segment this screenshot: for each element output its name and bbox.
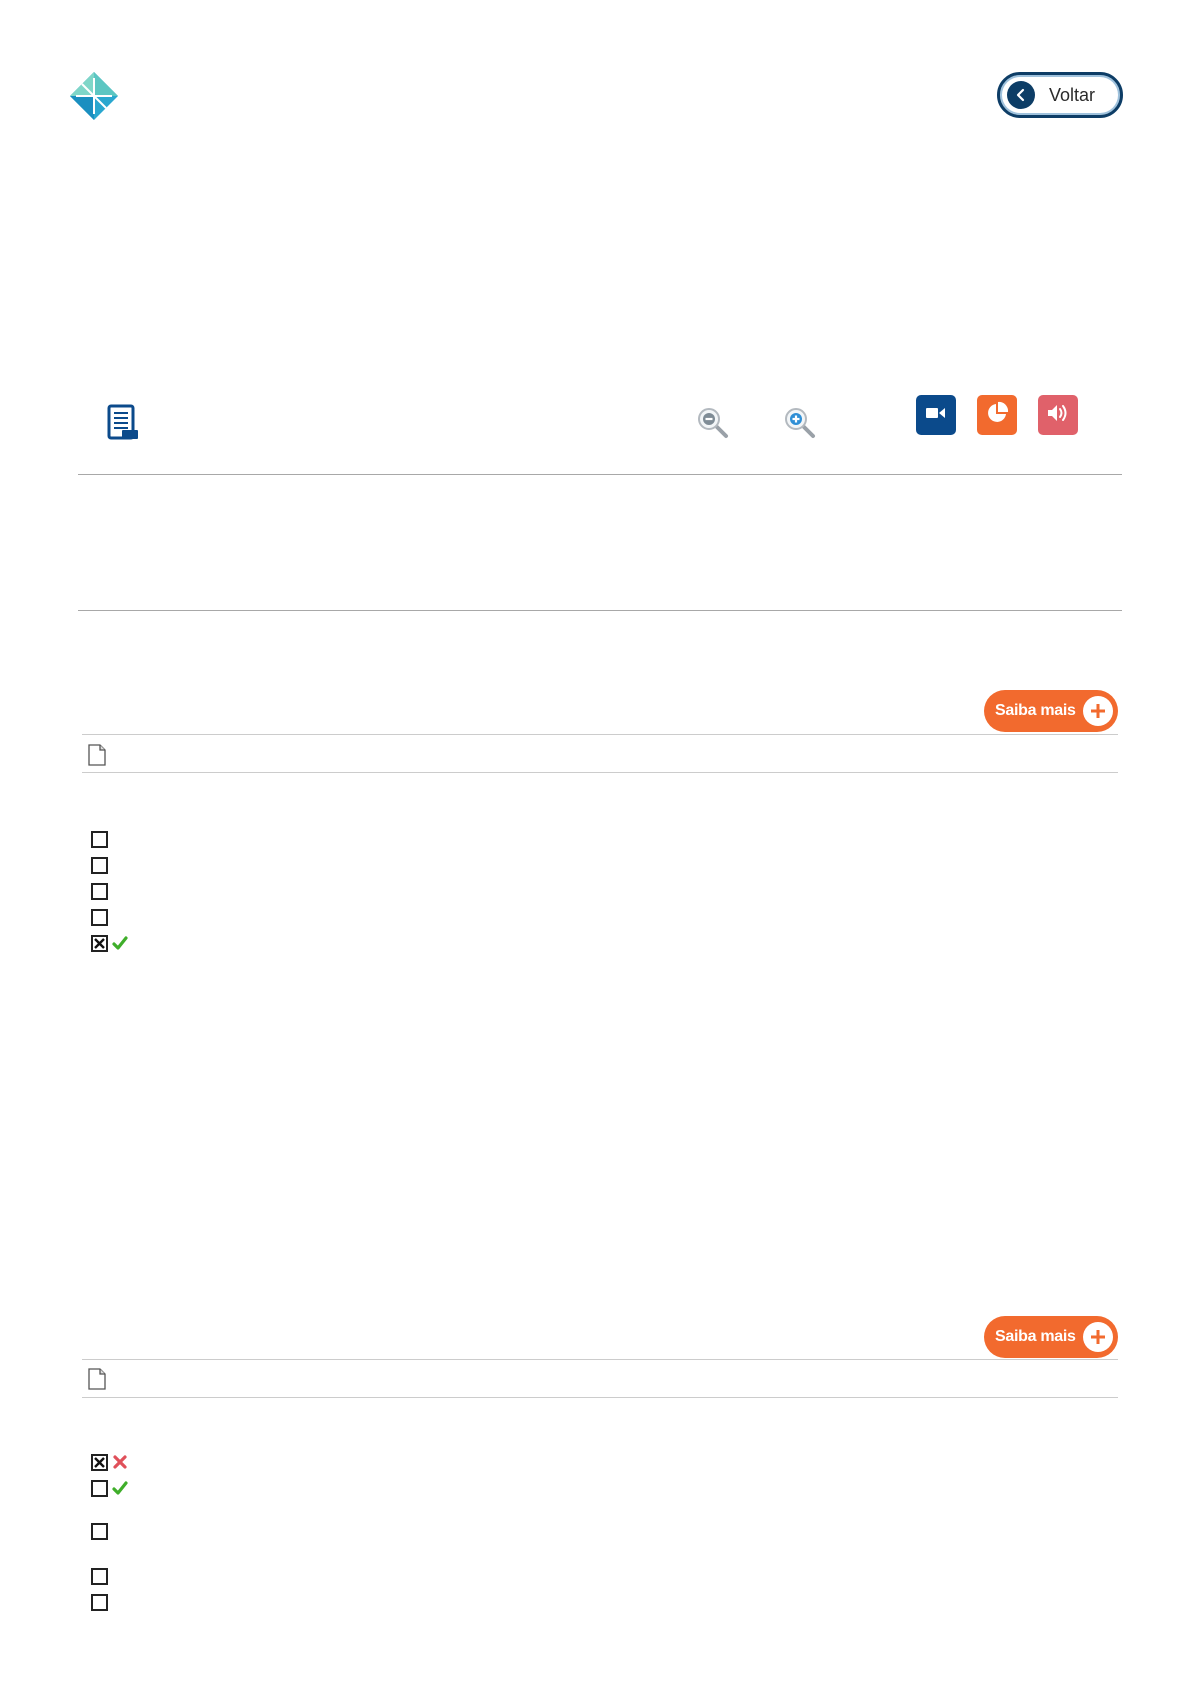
option-row: [91, 855, 108, 875]
option-row: [91, 1478, 128, 1498]
chart-icon: [985, 401, 1009, 430]
option-checkbox[interactable]: [91, 1567, 108, 1585]
audio-button[interactable]: [1038, 395, 1078, 435]
zoom-out-icon[interactable]: [696, 406, 730, 440]
zoom-in-icon[interactable]: [783, 406, 817, 440]
question-divider: [82, 772, 1118, 773]
option-row: [91, 829, 108, 849]
option-row: [91, 881, 108, 901]
saiba-mais-button[interactable]: Saiba mais: [984, 690, 1118, 732]
option-checkbox[interactable]: [91, 1593, 108, 1611]
diamond-logo-icon: [70, 72, 118, 120]
wrong-x-icon: [112, 1454, 128, 1470]
saiba-mais-label: Saiba mais: [995, 1328, 1076, 1345]
list-document-icon[interactable]: [106, 404, 140, 442]
video-button[interactable]: [916, 395, 956, 435]
toolbar-divider: [78, 474, 1122, 475]
document-icon: [88, 744, 106, 766]
option-checkbox-checked[interactable]: [91, 934, 108, 952]
question-divider: [82, 1359, 1118, 1360]
back-button-label: Voltar: [1049, 84, 1096, 105]
plus-icon: [1082, 696, 1113, 726]
option-checkbox[interactable]: [91, 882, 108, 900]
video-icon: [926, 406, 946, 425]
option-checkbox[interactable]: [91, 908, 108, 926]
document-icon: [88, 1368, 106, 1390]
option-row: [91, 907, 108, 927]
chevron-left-icon: [1007, 81, 1035, 109]
option-checkbox[interactable]: [91, 830, 108, 848]
question-divider: [82, 734, 1118, 735]
plus-icon: [1082, 1322, 1113, 1352]
saiba-mais-label: Saiba mais: [995, 702, 1076, 719]
option-checkbox[interactable]: [91, 856, 108, 874]
option-row: [91, 1566, 108, 1586]
option-row: [91, 1592, 108, 1612]
option-checkbox[interactable]: [91, 1479, 108, 1497]
saiba-mais-button[interactable]: Saiba mais: [984, 1316, 1118, 1358]
section-divider: [78, 610, 1122, 611]
option-row: [91, 933, 128, 953]
option-checkbox[interactable]: [91, 1522, 108, 1540]
chart-button[interactable]: [977, 395, 1017, 435]
option-row: [91, 1452, 128, 1472]
speaker-icon: [1046, 403, 1070, 428]
check-correct-icon: [112, 1480, 128, 1496]
option-checkbox-checked[interactable]: [91, 1453, 108, 1471]
option-row: [91, 1521, 108, 1541]
question-divider: [82, 1397, 1118, 1398]
back-button[interactable]: Voltar: [997, 72, 1123, 118]
check-correct-icon: [112, 935, 128, 951]
